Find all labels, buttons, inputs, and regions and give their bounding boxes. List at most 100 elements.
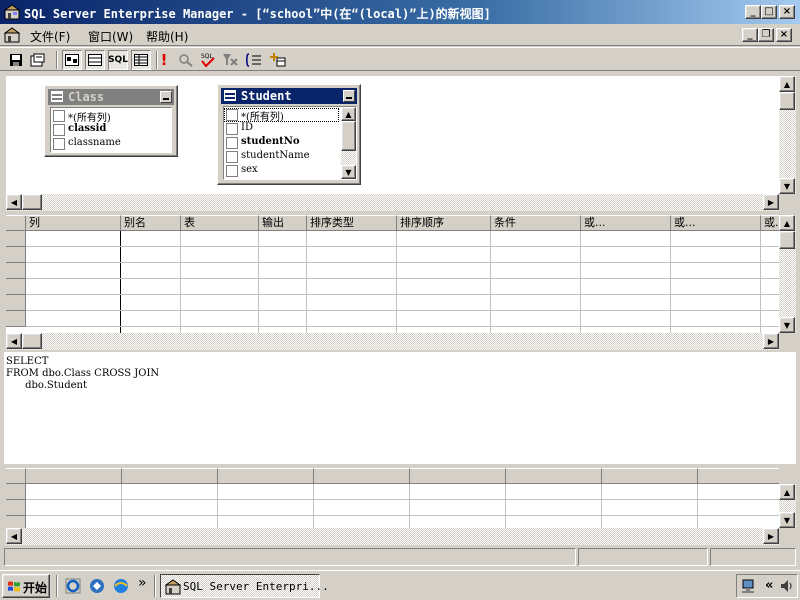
row-header[interactable] (6, 279, 26, 295)
group-by-button[interactable] (244, 50, 264, 70)
row-header[interactable] (6, 516, 26, 528)
grid-header-or-1[interactable]: 或... (581, 215, 671, 231)
scroll-right-button[interactable]: ▶ (763, 528, 779, 544)
results-vertical-scrollbar[interactable]: ▲ ▼ (779, 484, 796, 528)
results-header[interactable] (122, 468, 218, 484)
grid-pane-button[interactable] (85, 50, 105, 70)
row-header[interactable] (6, 295, 26, 311)
column-checkbox[interactable] (226, 165, 238, 177)
column-checkbox[interactable] (226, 137, 238, 149)
remove-filter-button[interactable] (220, 50, 240, 70)
table-box-header[interactable]: Student (221, 88, 357, 104)
title-bar[interactable]: SQL Server Enterprise Manager - [“school… (0, 0, 800, 24)
properties-button[interactable] (28, 50, 48, 70)
menu-file[interactable]: 文件(F) (30, 28, 70, 45)
verify-sql-button[interactable]: SQL (198, 50, 218, 70)
grid-header-criteria[interactable]: 条件 (491, 215, 581, 231)
results-header[interactable] (410, 468, 506, 484)
column-list[interactable]: *(所有列) ID studentNo studentName sex ▲ ▼ (223, 106, 357, 180)
ie-icon[interactable] (64, 577, 82, 595)
scroll-up-button[interactable]: ▲ (779, 76, 795, 92)
scroll-up-button[interactable]: ▲ (341, 107, 356, 121)
table-box-student[interactable]: Student *(所有列) ID studentNo studentName … (217, 84, 361, 185)
scroll-right-button[interactable]: ▶ (763, 333, 779, 349)
column-checkbox[interactable] (226, 109, 238, 121)
row-header[interactable] (6, 311, 26, 327)
grid-header-output[interactable]: 输出 (259, 215, 307, 231)
grid-header-sort-order[interactable]: 排序顺序 (397, 215, 491, 231)
scroll-down-button[interactable]: ▼ (779, 317, 795, 333)
row-header[interactable] (6, 247, 26, 263)
mdi-close-button[interactable]: × (776, 28, 792, 42)
minimize-table-button[interactable] (343, 90, 355, 102)
column-list[interactable]: *(所有列) classid classname (50, 107, 172, 153)
column-row[interactable]: studentNo (224, 136, 339, 150)
menu-help[interactable]: 帮助(H) (146, 28, 188, 45)
scroll-left-button[interactable]: ◀ (6, 194, 22, 210)
table-box-header[interactable]: Class (48, 89, 174, 105)
tray-chevron[interactable]: « (765, 578, 773, 593)
column-row[interactable]: ID (224, 122, 339, 136)
grid-header-alias[interactable]: 别名 (121, 215, 181, 231)
scroll-down-button[interactable]: ▼ (779, 512, 795, 528)
grid-header-or-2[interactable]: 或... (671, 215, 761, 231)
mdi-restore-button[interactable]: ❐ (758, 28, 774, 42)
results-header[interactable] (698, 468, 779, 484)
minimize-table-button[interactable] (160, 91, 172, 103)
grid-header-or-3[interactable]: 或... (761, 215, 779, 231)
results-header[interactable] (314, 468, 410, 484)
scroll-thumb[interactable] (779, 231, 795, 249)
scroll-down-button[interactable]: ▼ (779, 178, 795, 194)
column-row[interactable]: classname (51, 137, 171, 151)
column-checkbox[interactable] (53, 110, 65, 122)
save-button[interactable] (6, 50, 26, 70)
scroll-right-button[interactable]: ▶ (763, 194, 779, 210)
table-box-class[interactable]: Class *(所有列) classid classname (44, 85, 178, 157)
cancel-query-button[interactable] (176, 50, 196, 70)
column-checkbox[interactable] (226, 123, 238, 135)
results-grid[interactable] (6, 468, 779, 528)
row-header[interactable] (6, 263, 26, 279)
results-header[interactable] (602, 468, 698, 484)
task-button-enterprise-manager[interactable]: SQL Server Enterpri... (160, 574, 329, 598)
grid-horizontal-scrollbar[interactable]: ◀ ▶ (6, 333, 779, 350)
sql-pane-button[interactable]: SQL (108, 50, 128, 70)
sql-text[interactable]: SELECT FROM dbo.Class CROSS JOIN dbo.Stu… (6, 356, 159, 392)
start-button[interactable]: 开始 (2, 574, 50, 598)
add-table-button[interactable] (268, 50, 288, 70)
close-button[interactable]: × (779, 5, 795, 19)
results-header[interactable] (26, 468, 122, 484)
diagram-pane-button[interactable] (62, 50, 82, 70)
column-checkbox[interactable] (53, 124, 65, 136)
scroll-up-button[interactable]: ▲ (779, 215, 795, 231)
column-row[interactable]: sex (224, 164, 339, 178)
scroll-up-button[interactable]: ▲ (779, 484, 795, 500)
outlook-icon[interactable] (88, 577, 106, 595)
results-header[interactable] (506, 468, 602, 484)
column-list-scrollbar[interactable]: ▲ ▼ (341, 107, 356, 179)
desktop-icon[interactable] (112, 577, 130, 595)
criteria-grid[interactable]: 列 别名 表 输出 排序类型 排序顺序 条件 或... 或... 或... (6, 215, 779, 333)
diagram-vertical-scrollbar[interactable]: ▲ ▼ (779, 76, 796, 194)
speaker-icon[interactable] (779, 578, 795, 594)
scroll-thumb[interactable] (341, 121, 356, 151)
column-row[interactable]: *(所有列) (224, 108, 339, 123)
scroll-left-button[interactable]: ◀ (6, 333, 22, 349)
scroll-left-button[interactable]: ◀ (6, 528, 22, 544)
row-header[interactable] (6, 484, 26, 500)
grid-vertical-scrollbar[interactable]: ▲ ▼ (779, 215, 796, 333)
column-row[interactable]: studentName (224, 150, 339, 164)
column-row[interactable]: *(所有列) (51, 109, 171, 124)
minimize-button[interactable]: _ (745, 5, 761, 19)
scroll-down-button[interactable]: ▼ (341, 165, 356, 179)
row-header[interactable] (6, 500, 26, 516)
app-icon[interactable] (4, 4, 20, 20)
run-button[interactable]: ! (154, 50, 174, 70)
network-icon[interactable] (741, 578, 759, 594)
scroll-thumb[interactable] (22, 194, 42, 210)
row-header[interactable] (6, 231, 26, 247)
document-icon[interactable] (4, 27, 20, 43)
mdi-minimize-button[interactable]: _ (742, 28, 758, 42)
scroll-thumb[interactable] (22, 333, 42, 349)
menu-window[interactable]: 窗口(W) (88, 28, 133, 45)
